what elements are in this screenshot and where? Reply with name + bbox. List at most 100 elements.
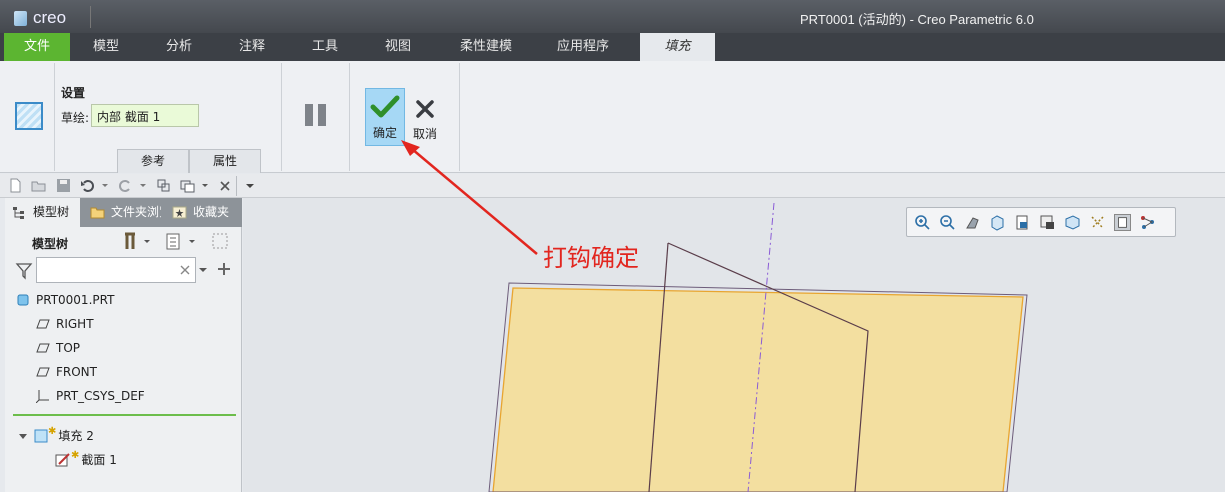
tab-folder-browser-label: 文件夹浏览器 bbox=[111, 205, 161, 219]
tree-item-csys[interactable]: PRT_CSYS_DEF bbox=[36, 389, 145, 403]
tab-tools[interactable]: 工具 bbox=[291, 33, 359, 61]
datum-plane-icon bbox=[36, 319, 50, 329]
tree-header: 模型树 bbox=[32, 237, 69, 251]
tab-analysis[interactable]: 分析 bbox=[145, 33, 213, 61]
creo-logo: creo bbox=[14, 8, 66, 28]
chevron-down-icon[interactable] bbox=[201, 178, 209, 193]
graphics-window[interactable] bbox=[243, 198, 1225, 492]
chevron-down-icon[interactable] bbox=[199, 266, 207, 274]
redo-icon[interactable] bbox=[118, 178, 133, 193]
tree-item-top[interactable]: TOP bbox=[36, 341, 80, 355]
datum-plane-icon bbox=[36, 367, 50, 377]
sketch-icon bbox=[55, 452, 70, 466]
csys-icon bbox=[36, 390, 49, 403]
ribbon-separator bbox=[54, 63, 55, 171]
tree-item-part[interactable]: PRT0001.PRT bbox=[16, 293, 114, 307]
tree-item-fill[interactable]: ✱ 填充 2 bbox=[18, 426, 94, 444]
chevron-down-icon[interactable] bbox=[139, 178, 147, 193]
tree-search-input[interactable] bbox=[36, 257, 196, 283]
tree-item-front[interactable]: FRONT bbox=[36, 365, 97, 379]
fill-surface[interactable] bbox=[492, 287, 1024, 492]
sketch-label: 草绘: bbox=[61, 111, 90, 125]
expand-arrow-icon[interactable] bbox=[18, 431, 28, 441]
tree-item-label: 截面 1 bbox=[81, 453, 117, 467]
saved-views-icon[interactable] bbox=[1014, 214, 1031, 231]
tree-filter-icon[interactable] bbox=[211, 232, 233, 252]
check-icon bbox=[370, 95, 400, 118]
refit-icon[interactable] bbox=[964, 214, 981, 231]
show-columns-icon[interactable] bbox=[165, 232, 201, 252]
sketch-collector-field[interactable]: 内部 截面 1 bbox=[91, 104, 199, 127]
ok-label: 确定 bbox=[372, 126, 397, 140]
pause-button[interactable] bbox=[305, 104, 329, 128]
chevron-down-icon[interactable] bbox=[101, 178, 109, 193]
perspective-icon[interactable] bbox=[1064, 214, 1081, 231]
tab-view[interactable]: 视图 bbox=[364, 33, 432, 61]
tab-applications[interactable]: 应用程序 bbox=[543, 33, 623, 61]
tab-fill[interactable]: 填充 bbox=[640, 33, 715, 61]
tab-flexible-modeling[interactable]: 柔性建模 bbox=[446, 33, 526, 61]
model-tree-icon bbox=[13, 207, 24, 219]
logo-text: creo bbox=[33, 8, 67, 27]
part-icon bbox=[17, 294, 29, 306]
creo-cube-icon bbox=[14, 10, 27, 26]
fill-surface-icon bbox=[15, 102, 43, 130]
tab-folder-browser[interactable]: 文件夹浏览器 bbox=[83, 198, 161, 227]
tree-item-label: RIGHT bbox=[56, 317, 94, 331]
tree-item-label: PRT_CSYS_DEF bbox=[56, 389, 145, 403]
tab-file[interactable]: 文件 bbox=[4, 33, 70, 61]
tab-favorites[interactable]: 收藏夹 bbox=[165, 198, 242, 227]
ok-button[interactable]: 确定 bbox=[365, 88, 405, 146]
folder-icon bbox=[90, 207, 105, 219]
display-style-icon[interactable] bbox=[1039, 214, 1056, 231]
tab-model-tree-label: 模型树 bbox=[33, 205, 70, 219]
quick-access-toolbar bbox=[0, 174, 1225, 198]
tree-item-right[interactable]: RIGHT bbox=[36, 317, 94, 331]
annotation-display-icon[interactable] bbox=[1114, 214, 1131, 231]
favorites-icon bbox=[172, 206, 187, 219]
undo-icon[interactable] bbox=[80, 178, 95, 193]
ribbon-separator bbox=[281, 63, 282, 171]
model-canvas[interactable] bbox=[243, 198, 1225, 492]
navigator-panel: 模型树 文件夹浏览器 收藏夹 模型树 PRT0001.PRT RIGHT TOP… bbox=[5, 198, 242, 492]
window-title: PRT0001 (活动的) - Creo Parametric 6.0 bbox=[800, 12, 1034, 27]
tree-item-section[interactable]: ✱ 截面 1 bbox=[55, 450, 117, 468]
new-file-icon[interactable] bbox=[8, 178, 23, 193]
tab-model-tree[interactable]: 模型树 bbox=[5, 198, 80, 227]
tree-item-label: 填充 2 bbox=[58, 429, 94, 443]
tab-annotate[interactable]: 注释 bbox=[218, 33, 286, 61]
filter-icon[interactable] bbox=[15, 262, 33, 280]
zoom-out-icon[interactable] bbox=[939, 214, 956, 231]
insert-indicator[interactable] bbox=[13, 414, 236, 416]
cancel-button[interactable]: 取消 bbox=[410, 88, 440, 146]
datum-plane-icon bbox=[36, 343, 50, 353]
add-icon[interactable] bbox=[217, 262, 231, 276]
regenerate-icon[interactable] bbox=[156, 178, 171, 193]
close-window-icon[interactable] bbox=[218, 178, 233, 193]
open-folder-icon[interactable] bbox=[31, 178, 46, 193]
reorient-icon[interactable] bbox=[989, 214, 1006, 231]
view-toolbar bbox=[906, 207, 1176, 237]
save-icon[interactable] bbox=[56, 178, 71, 193]
datum-display-icon[interactable] bbox=[1089, 214, 1106, 231]
ribbon-separator bbox=[459, 63, 460, 171]
fill-ribbon: 设置 草绘: 内部 截面 1 参考 属性 确定 取消 bbox=[0, 61, 1225, 173]
ribbon-subtabs: 参考 属性 bbox=[117, 149, 261, 173]
tree-settings-icon[interactable] bbox=[122, 232, 152, 252]
tree-item-label: FRONT bbox=[56, 365, 97, 379]
title-bar: creo PRT0001 (活动的) - Creo Parametric 6.0 bbox=[0, 0, 1225, 33]
annotation-text: 打钩确定 bbox=[543, 244, 639, 272]
cancel-label: 取消 bbox=[412, 127, 437, 141]
clear-search-icon[interactable] bbox=[179, 264, 191, 276]
zoom-in-icon[interactable] bbox=[914, 214, 931, 231]
spin-center-icon[interactable] bbox=[1139, 214, 1156, 231]
windows-icon[interactable] bbox=[180, 178, 195, 193]
subtab-references[interactable]: 参考 bbox=[117, 149, 189, 173]
subtab-properties[interactable]: 属性 bbox=[189, 149, 261, 173]
title-separator bbox=[90, 6, 91, 28]
new-feature-star-icon: ✱ bbox=[48, 426, 57, 437]
ribbon-tab-bar: 文件 模型 分析 注释 工具 视图 柔性建模 应用程序 填充 bbox=[0, 33, 1225, 61]
customize-toolbar-icon[interactable] bbox=[245, 178, 255, 193]
tab-model[interactable]: 模型 bbox=[72, 33, 140, 61]
fill-feature-icon bbox=[34, 429, 48, 442]
